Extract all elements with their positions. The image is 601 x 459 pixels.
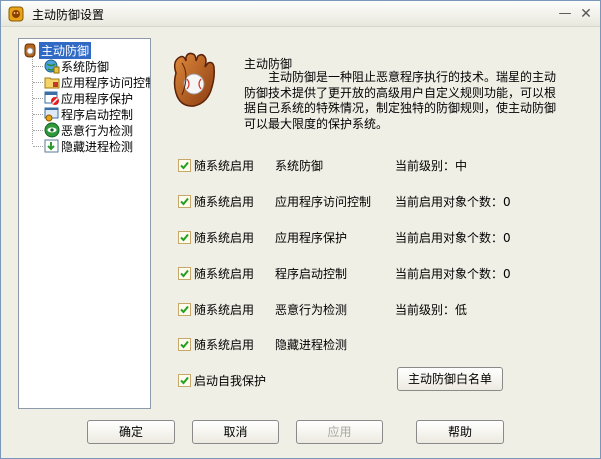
enable-on-startup-label[interactable]: 随系统启用: [194, 265, 254, 282]
rising-lion-icon: [8, 6, 24, 22]
setting-row-program-launch-control: 随系统启用 程序启动控制 当前启用对象个数：0: [178, 265, 538, 281]
checkmark-icon: [180, 305, 189, 314]
close-icon[interactable]: ✕: [576, 4, 596, 24]
checkmark-icon: [180, 233, 189, 242]
enable-on-startup-label[interactable]: 随系统启用: [194, 157, 254, 174]
tree-item-active-defense[interactable]: 主动防御: [22, 41, 92, 59]
setting-row-app-access-control: 随系统启用 应用程序访问控制 当前启用对象个数：0: [178, 193, 538, 209]
self-protect-checkbox[interactable]: [178, 374, 191, 387]
setting-row-system-defense: 随系统启用 系统防御 当前级别：中: [178, 157, 538, 173]
setting-row-app-protection: 随系统启用 应用程序保护 当前启用对象个数：0: [178, 229, 538, 245]
tree-item-system-defense[interactable]: 系统防御: [33, 58, 109, 74]
glove-icon: [24, 43, 36, 58]
checkmark-icon: [180, 161, 189, 170]
setting-row-malicious-behavior: 随系统启用 恶意行为检测 当前级别：低: [178, 301, 538, 317]
enable-on-startup-label[interactable]: 随系统启用: [194, 193, 254, 210]
feature-status: 当前启用对象个数：0: [395, 195, 511, 209]
program-launch-icon: [44, 107, 59, 122]
checkmark-icon: [180, 340, 189, 349]
feature-name: 应用程序保护: [275, 231, 348, 245]
baseball-glove-icon: [173, 52, 215, 107]
scan-eye-icon: [44, 122, 60, 138]
tree-item-app-access-control[interactable]: 应用程序访问控制: [33, 74, 151, 90]
feature-name: 系统防御: [275, 159, 324, 173]
checkmark-icon: [180, 269, 189, 278]
feature-status: 当前级别：低: [395, 303, 468, 317]
tree-item-label: 隐藏进程检测: [61, 139, 134, 154]
checkmark-icon: [180, 197, 189, 206]
feature-status: 当前启用对象个数：0: [395, 267, 511, 281]
tree-item-label: 程序启动控制: [61, 107, 134, 122]
enable-on-startup-checkbox[interactable]: [178, 231, 191, 244]
settings-dialog: 主动防御设置 — ✕ 主动防御 系统防御 应用程序访问控制 应用程序保护 程序启…: [0, 0, 601, 459]
whitelist-button[interactable]: 主动防御白名单: [397, 367, 503, 391]
enable-on-startup-label[interactable]: 随系统启用: [194, 301, 254, 318]
enable-on-startup-checkbox[interactable]: [178, 195, 191, 208]
tree-root-label: 主动防御: [39, 41, 92, 59]
feature-status: 当前启用对象个数：0: [395, 231, 511, 245]
tree-item-malicious-behavior[interactable]: 恶意行为检测: [33, 122, 133, 138]
tree-item-app-protection[interactable]: 应用程序保护: [33, 90, 133, 106]
feature-name: 隐藏进程检测: [275, 338, 348, 352]
tree-item-label: 系统防御: [61, 59, 110, 74]
cancel-button[interactable]: 取消: [192, 420, 279, 444]
tree-item-hidden-process[interactable]: 隐藏进程检测: [33, 138, 133, 154]
ok-button[interactable]: 确定: [87, 420, 175, 444]
feature-tree[interactable]: 主动防御 系统防御 应用程序访问控制 应用程序保护 程序启动控制 恶意行为检测 …: [18, 38, 151, 409]
feature-name: 程序启动控制: [275, 267, 348, 281]
window-title: 主动防御设置: [32, 8, 105, 22]
enable-on-startup-label[interactable]: 随系统启用: [194, 229, 254, 246]
feature-name: 应用程序访问控制: [275, 195, 372, 209]
apply-button[interactable]: 应用: [296, 420, 383, 444]
tree-item-program-launch-control[interactable]: 程序启动控制: [33, 106, 133, 122]
tree-item-label: 应用程序访问控制: [61, 75, 151, 90]
checkmark-icon: [180, 376, 189, 385]
enable-on-startup-label[interactable]: 随系统启用: [194, 336, 254, 353]
feature-status: 当前级别：中: [395, 159, 468, 173]
enable-on-startup-checkbox[interactable]: [178, 159, 191, 172]
folder-lock-icon: [44, 77, 60, 89]
enable-on-startup-checkbox[interactable]: [178, 303, 191, 316]
globe-shield-icon: [44, 59, 60, 74]
shield-deny-icon: [44, 91, 59, 105]
enable-on-startup-checkbox[interactable]: [178, 338, 191, 351]
enable-on-startup-checkbox[interactable]: [178, 267, 191, 280]
self-protect-label[interactable]: 启动自我保护: [194, 372, 266, 389]
title-bar[interactable]: 主动防御设置 — ✕: [1, 1, 600, 27]
tree-item-label: 恶意行为检测: [61, 123, 134, 138]
feature-name: 恶意行为检测: [275, 303, 348, 317]
setting-row-hidden-process: 随系统启用 隐藏进程检测: [178, 336, 538, 352]
description-text: 主动防御是一种阻止恶意程序执行的技术。瑞星的主动防御技术提供了更开放的高级用户自…: [244, 70, 557, 131]
help-button[interactable]: 帮助: [416, 420, 504, 444]
download-process-icon: [44, 139, 59, 153]
tree-item-label: 应用程序保护: [61, 91, 134, 106]
minimize-icon[interactable]: —: [555, 4, 575, 24]
